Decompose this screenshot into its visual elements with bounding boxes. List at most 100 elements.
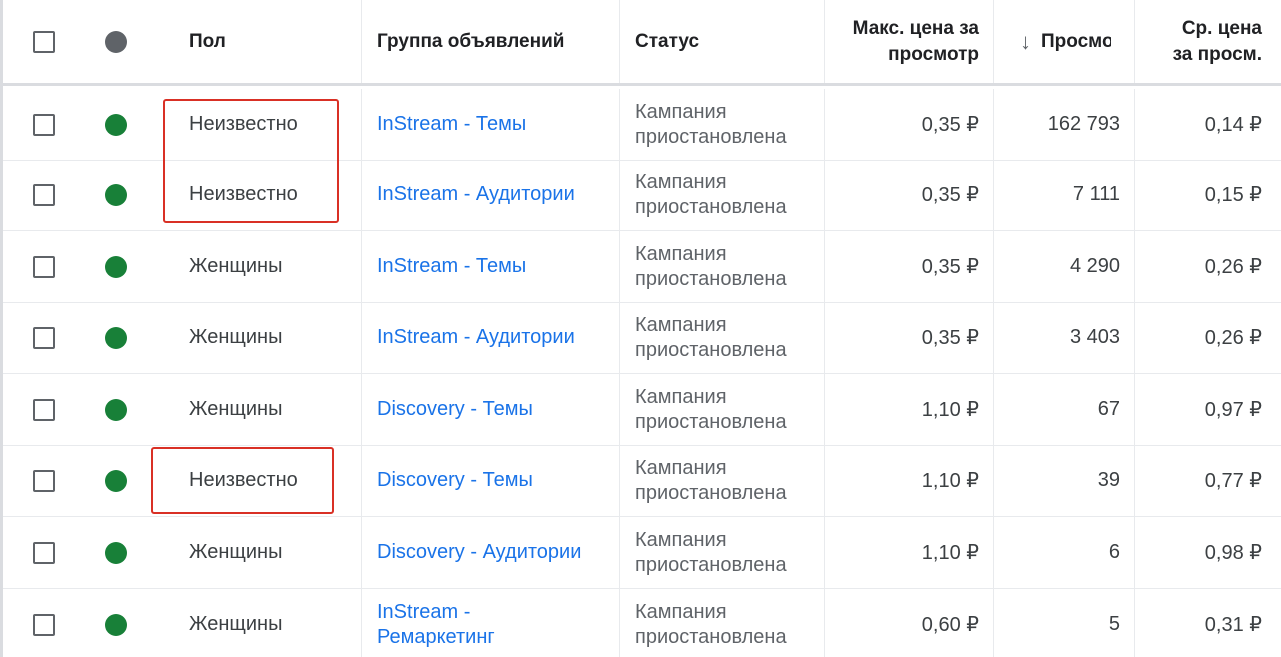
row-checkbox-cell[interactable] (3, 445, 85, 516)
header-ad-group[interactable]: Группа объявлений (361, 0, 619, 83)
avg-cpv-value: 0,15 ₽ (1204, 184, 1262, 206)
gender-cell: Женщины (163, 302, 361, 373)
ad-group-line1: InStream - (377, 600, 471, 623)
avg-cpv-value: 0,77 ₽ (1204, 470, 1262, 492)
ad-group-link[interactable]: Discovery - Темы (377, 468, 533, 493)
status-line1: Кампания (635, 456, 727, 479)
row-checkbox[interactable] (33, 469, 55, 492)
status-dot-icon (105, 255, 127, 278)
gender-cell: Неизвестно (163, 89, 361, 160)
views-cell: 39 (993, 445, 1134, 516)
header-gender[interactable]: Пол (163, 0, 361, 83)
header-status[interactable]: Статус (619, 0, 824, 83)
max-cpv-cell[interactable]: 0,35 ₽ (824, 302, 993, 373)
avg-cpv-value: 0,26 ₽ (1204, 256, 1262, 278)
ad-group-link[interactable]: InStream - Темы (377, 112, 526, 137)
views-cell: 6 (993, 517, 1134, 588)
header-checkbox-cell[interactable] (3, 0, 85, 83)
max-cpv-value: 0,35 ₽ (921, 327, 979, 349)
avg-cpv-cell: 0,97 ₽ (1134, 374, 1281, 445)
row-checkbox[interactable] (33, 541, 55, 564)
gender-value: Женщины (189, 326, 283, 348)
row-checkbox-cell[interactable] (3, 589, 85, 657)
status-line2: приостановлена (635, 195, 787, 218)
row-checkbox-cell[interactable] (3, 517, 85, 588)
views-cell: 162 793 (993, 89, 1134, 160)
max-cpv-cell[interactable]: 1,10 ₽ (824, 445, 993, 516)
ad-group-link[interactable]: InStream - Ремаркетинг (377, 600, 495, 650)
ad-group-cell: Discovery - Темы (361, 374, 619, 445)
row-checkbox-cell[interactable] (3, 231, 85, 302)
avg-cpv-cell: 0,15 ₽ (1134, 159, 1281, 230)
status-dot-icon (105, 398, 127, 421)
row-checkbox-cell[interactable] (3, 302, 85, 373)
row-status-cell (85, 445, 163, 516)
ad-group-link[interactable]: InStream - Аудитории (377, 325, 575, 350)
row-checkbox-cell[interactable] (3, 374, 85, 445)
header-max-cpv-line1: Макс. цена за (852, 17, 979, 39)
table-header: Пол Группа объявлений Статус Макс. цена … (3, 0, 1281, 86)
views-value: 67 (1097, 398, 1120, 420)
header-status-cell (85, 0, 163, 83)
ad-group-link[interactable]: InStream - Аудитории (377, 182, 575, 207)
gender-value: Неизвестно (189, 183, 298, 205)
header-views[interactable]: ↓ Просмотры (993, 0, 1134, 83)
row-checkbox-cell[interactable] (3, 89, 85, 160)
avg-cpv-cell: 0,26 ₽ (1134, 231, 1281, 302)
row-checkbox[interactable] (33, 613, 55, 636)
status-dot-icon (105, 613, 127, 636)
max-cpv-cell[interactable]: 0,35 ₽ (824, 231, 993, 302)
arrow-down-icon[interactable]: ↓ (1020, 29, 1031, 55)
views-value: 7 111 (1072, 183, 1120, 205)
max-cpv-value: 1,10 ₽ (921, 470, 979, 492)
row-status-cell (85, 89, 163, 160)
status-line2: приостановлена (635, 125, 787, 148)
table-row: Женщины InStream - Аудитории Кампания при… (3, 302, 1281, 374)
max-cpv-value: 0,35 ₽ (921, 184, 979, 206)
status-line2: приостановлена (635, 625, 787, 648)
table-row: Неизвестно InStream - Аудитории Кампания… (3, 159, 1281, 231)
row-checkbox[interactable] (33, 255, 55, 278)
row-checkbox[interactable] (33, 113, 55, 136)
ad-group-cell: InStream - Ремаркетинг (361, 589, 619, 657)
avg-cpv-value: 0,26 ₽ (1204, 327, 1262, 349)
ad-group-cell: InStream - Аудитории (361, 159, 619, 230)
status-cell: Кампания приостановлена (619, 589, 824, 657)
row-checkbox[interactable] (33, 398, 55, 421)
row-checkbox[interactable] (33, 326, 55, 349)
max-cpv-cell[interactable]: 0,35 ₽ (824, 89, 993, 160)
ad-group-link[interactable]: Discovery - Темы (377, 397, 533, 422)
max-cpv-value: 0,35 ₽ (921, 256, 979, 278)
row-checkbox[interactable] (33, 183, 55, 206)
gender-value: Женщины (189, 541, 283, 563)
status-line1: Кампания (635, 600, 727, 623)
max-cpv-cell[interactable]: 0,35 ₽ (824, 159, 993, 230)
row-checkbox-cell[interactable] (3, 159, 85, 230)
avg-cpv-value: 0,97 ₽ (1204, 399, 1262, 421)
ad-group-link[interactable]: Discovery - Аудитории (377, 540, 581, 565)
gender-cell: Женщины (163, 231, 361, 302)
max-cpv-value: 1,10 ₽ (921, 542, 979, 564)
views-value: 5 (1108, 613, 1120, 635)
header-status-label: Статус (635, 30, 700, 52)
max-cpv-cell[interactable]: 1,10 ₽ (824, 374, 993, 445)
status-cell: Кампания приостановлена (619, 445, 824, 516)
status-line1: Кампания (635, 313, 727, 336)
status-line2: приостановлена (635, 267, 787, 290)
status-line2: приостановлена (635, 553, 787, 576)
max-cpv-cell[interactable]: 0,60 ₽ (824, 589, 993, 657)
status-line1: Кампания (635, 528, 727, 551)
header-avg-cpv-line2: за просм. (1172, 43, 1262, 65)
ad-group-link[interactable]: InStream - Темы (377, 254, 526, 279)
row-status-cell (85, 374, 163, 445)
gender-value: Женщины (189, 398, 283, 420)
max-cpv-cell[interactable]: 1,10 ₽ (824, 517, 993, 588)
header-avg-cpv[interactable]: Ср. цена за просм. (1134, 0, 1281, 83)
header-max-cpv[interactable]: Макс. цена за просмотр (824, 0, 993, 83)
views-value: 6 (1108, 541, 1120, 563)
select-all-checkbox[interactable] (33, 30, 55, 53)
status-dot-icon (105, 113, 127, 136)
ad-group-cell: InStream - Темы (361, 231, 619, 302)
views-value: 4 290 (1069, 255, 1120, 277)
gender-cell: Женщины (163, 517, 361, 588)
